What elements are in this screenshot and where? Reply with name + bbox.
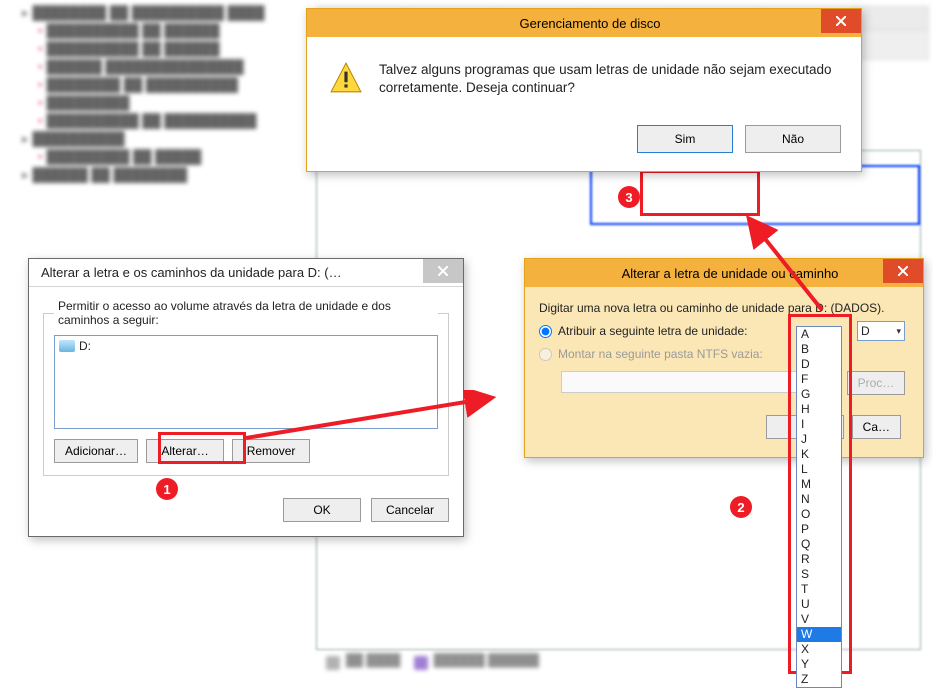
mount-folder-option[interactable]: Montar na seguinte pasta NTFS vazia:	[539, 347, 905, 361]
annotation-step-3: 3	[618, 186, 640, 208]
drive-letter-option[interactable]: Q	[797, 537, 841, 552]
dialog-title: Alterar a letra de unidade ou caminho	[622, 266, 839, 281]
list-item[interactable]: D:	[59, 338, 433, 354]
dialog-titlebar: Gerenciamento de disco	[307, 9, 861, 37]
assign-drive-letter-dialog: Alterar a letra de unidade ou caminho Di…	[524, 258, 924, 458]
paths-group: Permitir o acesso ao volume através da l…	[43, 299, 449, 476]
mount-folder-label: Montar na seguinte pasta NTFS vazia:	[558, 347, 763, 361]
drive-letter-option[interactable]: I	[797, 417, 841, 432]
warning-icon	[329, 61, 363, 95]
annotation-step-2: 2	[730, 496, 752, 518]
dialog-title: Alterar a letra e os caminhos da unidade…	[41, 265, 342, 280]
drive-letter-option[interactable]: X	[797, 642, 841, 657]
dialog-message: Talvez alguns programas que usam letras …	[379, 61, 839, 97]
drive-letter-option[interactable]: M	[797, 477, 841, 492]
yes-button[interactable]: Sim	[637, 125, 733, 153]
dialog-prompt: Digitar uma nova letra ou caminho de uni…	[539, 301, 905, 315]
drive-letter-option[interactable]: O	[797, 507, 841, 522]
drive-letter-option[interactable]: G	[797, 387, 841, 402]
close-icon[interactable]	[883, 259, 923, 283]
drive-letter-option[interactable]: K	[797, 447, 841, 462]
paths-listbox[interactable]: D:	[54, 335, 438, 429]
drive-letter-option[interactable]: R	[797, 552, 841, 567]
drive-letter-option[interactable]: Z	[797, 672, 841, 687]
cancel-button[interactable]: Ca…	[852, 415, 901, 439]
dialog-titlebar: Alterar a letra de unidade ou caminho	[525, 259, 923, 287]
change-letter-paths-dialog: Alterar a letra e os caminhos da unidade…	[28, 258, 464, 537]
browse-button[interactable]: Proc…	[847, 371, 905, 395]
dialog-titlebar: Alterar a letra e os caminhos da unidade…	[29, 259, 463, 287]
drive-letter-option[interactable]: N	[797, 492, 841, 507]
drive-letter-option[interactable]: H	[797, 402, 841, 417]
drive-letter-option[interactable]: U	[797, 597, 841, 612]
assign-letter-option[interactable]: Atribuir a seguinte letra de unidade: D …	[539, 321, 905, 341]
group-legend: Permitir o acesso ao volume através da l…	[54, 299, 438, 327]
drive-letter-option[interactable]: T	[797, 582, 841, 597]
annotation-step-1: 1	[156, 478, 178, 500]
side-button	[859, 30, 929, 60]
mmc-tree: ████████ ██ ██████████ ████ ██████████ █…	[4, 2, 304, 188]
ok-button[interactable]: OK	[283, 498, 361, 522]
assign-letter-label: Atribuir a seguinte letra de unidade:	[558, 324, 747, 338]
drive-letter-option[interactable]: A	[797, 327, 841, 342]
dialog-title: Gerenciamento de disco	[520, 16, 661, 31]
drive-letter-combo[interactable]: D ▾	[857, 321, 905, 341]
drive-letter-option[interactable]: P	[797, 522, 841, 537]
drive-letter-option[interactable]: Y	[797, 657, 841, 672]
dialog-body: Talvez alguns programas que usam letras …	[307, 37, 861, 109]
drive-letter-option[interactable]: L	[797, 462, 841, 477]
close-icon[interactable]	[821, 9, 861, 33]
cancel-button[interactable]: Cancelar	[371, 498, 449, 522]
drive-letter-option[interactable]: W	[797, 627, 841, 642]
drive-letter-option[interactable]: S	[797, 567, 841, 582]
drive-icon	[59, 340, 75, 352]
close-icon[interactable]	[423, 259, 463, 283]
drive-letter-option[interactable]: B	[797, 342, 841, 357]
drive-letter-option[interactable]: V	[797, 612, 841, 627]
combo-value: D	[861, 324, 870, 338]
assign-letter-radio[interactable]	[539, 325, 552, 338]
no-button[interactable]: Não	[745, 125, 841, 153]
drive-letter-option[interactable]: D	[797, 357, 841, 372]
change-button[interactable]: Alterar…	[146, 439, 224, 463]
drive-letter-option[interactable]: F	[797, 372, 841, 387]
drive-letter-listbox[interactable]: ABDFGHIJKLMNOPQRSTUVWXYZ	[796, 326, 842, 688]
drive-label: D:	[79, 339, 91, 353]
drive-letter-option[interactable]: J	[797, 432, 841, 447]
chevron-down-icon: ▾	[896, 326, 901, 337]
disk-management-confirm-dialog: Gerenciamento de disco Talvez alguns pro…	[306, 8, 862, 172]
mount-folder-radio[interactable]	[539, 348, 552, 361]
add-button[interactable]: Adicionar…	[54, 439, 138, 463]
remove-button[interactable]: Remover	[232, 439, 310, 463]
